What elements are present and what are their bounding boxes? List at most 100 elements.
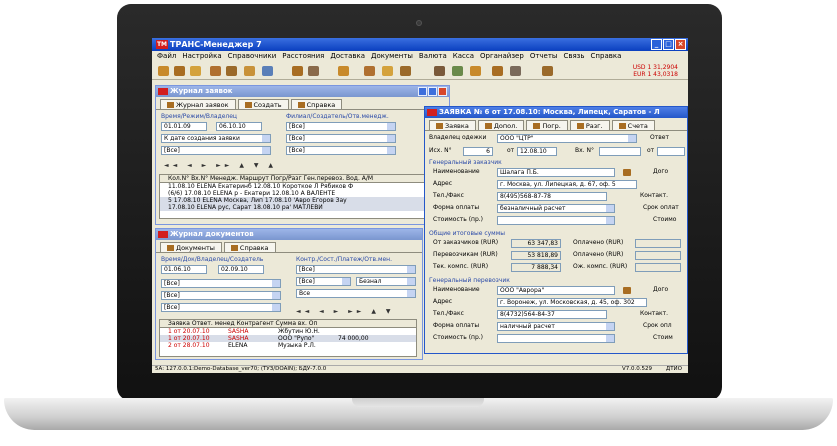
- toolbar-icon[interactable]: [452, 66, 463, 76]
- maximize-button[interactable]: □: [663, 39, 674, 50]
- in-date-field[interactable]: [657, 147, 685, 156]
- owner-select[interactable]: [Все]: [161, 291, 281, 300]
- tab-invoices[interactable]: Счета: [611, 120, 655, 130]
- customer-payform-select[interactable]: безналичный расчет: [497, 204, 615, 213]
- menu-item[interactable]: Отчеты: [530, 51, 558, 62]
- contract-icon[interactable]: [623, 287, 631, 294]
- menu-item[interactable]: Связь: [563, 51, 584, 62]
- toolbar-icon[interactable]: [158, 66, 169, 76]
- date-mode-select[interactable]: К дате создания заявки: [161, 134, 271, 143]
- carrier-section-label: Генеральный перевозчик: [429, 277, 510, 284]
- tab-extra[interactable]: Допол.: [477, 120, 525, 130]
- minimize-button[interactable]: [418, 87, 427, 96]
- owner-select[interactable]: [Все]: [161, 146, 271, 155]
- cost-label-2: Стоимо: [653, 216, 677, 223]
- toolbar-icon[interactable]: [226, 66, 237, 76]
- customer-phone-field[interactable]: 8(495)568-87-78: [497, 192, 607, 201]
- toolbar-icon[interactable]: [308, 66, 319, 76]
- journal-icon: [167, 101, 174, 108]
- manager-select[interactable]: Все: [296, 289, 416, 298]
- maximize-button[interactable]: [428, 87, 437, 96]
- close-button[interactable]: ×: [675, 39, 686, 50]
- owner-select[interactable]: ООО "ЦТР": [497, 134, 637, 143]
- out-date-field[interactable]: 12.08.10: [517, 147, 557, 156]
- carrier-cost-select[interactable]: [497, 334, 615, 343]
- navigation-toolbar[interactable]: ◄◄ ◄ ► ►► ▲ ▼ ▲: [164, 162, 277, 170]
- tab-order[interactable]: Заявка: [429, 120, 476, 130]
- chevron-down-icon: [606, 323, 614, 330]
- toolbar-icon[interactable]: [244, 66, 255, 76]
- filial-select[interactable]: [Все]: [286, 122, 396, 131]
- in-no-field[interactable]: [599, 147, 641, 156]
- carrier-payform-select[interactable]: наличный расчет: [497, 322, 615, 331]
- table-row[interactable]: 2 от 28.07.10 ELENA Музыка Р.Л.: [160, 342, 416, 349]
- menu-item[interactable]: Расстояния: [282, 51, 324, 62]
- toolbar-icon[interactable]: [190, 66, 201, 76]
- menu-item[interactable]: Справка: [591, 51, 622, 62]
- carrier-address-field[interactable]: г. Воронеж, ул. Московская, д. 45, оф. 3…: [497, 298, 647, 307]
- table-row[interactable]: 1 от 20.07.10 SASHA Жбутин Ю.Н.: [160, 328, 416, 335]
- menu-item[interactable]: Валюта: [419, 51, 447, 62]
- manager-select[interactable]: [Все]: [286, 146, 396, 155]
- menu-item[interactable]: Доставка: [330, 51, 365, 62]
- carrier-cost-label: Стоимость (пр.): [433, 334, 484, 341]
- tab-help[interactable]: Справка: [223, 242, 276, 252]
- tab-loading[interactable]: Погр.: [526, 120, 568, 130]
- table-row[interactable]: 17.08.10 ELENA рус, Сарат 18.08.10 ра' М…: [160, 204, 446, 211]
- documents-grid-header: Заявка Ответ. менед Контрагент Сумма вх.…: [160, 320, 416, 328]
- carrier-name-field[interactable]: ООО "Аврора": [497, 286, 615, 295]
- tab-unloading[interactable]: Разг.: [569, 120, 610, 130]
- toolbar-icon[interactable]: [292, 66, 303, 76]
- tab-create[interactable]: Создать: [237, 99, 289, 109]
- cost-label: Стоимость (пр.): [433, 216, 484, 223]
- menu-item[interactable]: Органайзер: [480, 51, 524, 62]
- toolbar-icon[interactable]: [174, 66, 185, 76]
- create-icon: [244, 101, 252, 108]
- contract-icon[interactable]: [623, 169, 631, 176]
- date-from-field[interactable]: 01.01.09: [161, 122, 207, 131]
- table-row[interactable]: (6/6) 17.08.10 ELENA р - Екатери 12.08.1…: [160, 190, 446, 197]
- total-paid-value: [635, 251, 681, 260]
- date-to-field[interactable]: 06.10.10: [216, 122, 262, 131]
- toolbar-icon[interactable]: [470, 66, 481, 76]
- tab-documents[interactable]: Документы: [160, 242, 222, 252]
- navigation-toolbar[interactable]: ◄◄ ◄ ► ►► ▲ ▼: [296, 308, 394, 316]
- doc-filter-select[interactable]: [Все]: [161, 279, 281, 288]
- toolbar-icon[interactable]: [210, 66, 221, 76]
- chevron-down-icon: [387, 147, 395, 154]
- toolbar-icon[interactable]: [434, 66, 445, 76]
- menu-item[interactable]: Справочники: [228, 51, 277, 62]
- toolbar-icon[interactable]: [338, 66, 349, 76]
- toolbar-icon[interactable]: [542, 66, 553, 76]
- carrier-phone-field[interactable]: 8(4732)564-84-37: [497, 310, 607, 319]
- table-row[interactable]: 1 от 20.07.10 SASHA ООО "Рупо" 74 000,00: [160, 335, 416, 342]
- table-row[interactable]: 5 17.08.10 ELENA Москва, Лип 17.08.10 'А…: [160, 197, 446, 204]
- toolbar-icon[interactable]: [262, 66, 273, 76]
- table-row[interactable]: 11.08.10 ELENA Екатеринб 12.08.10 Коротк…: [160, 183, 446, 190]
- date-from-field[interactable]: 01.06.10: [161, 265, 207, 274]
- tab-journal[interactable]: Журнал заявок: [160, 99, 236, 109]
- menu-item[interactable]: Настройка: [182, 51, 221, 62]
- truck-icon: [576, 122, 584, 129]
- minimize-button[interactable]: _: [651, 39, 662, 50]
- toolbar-icon[interactable]: [382, 66, 393, 76]
- out-no-field[interactable]: 6: [463, 147, 493, 156]
- toolbar-icon[interactable]: [510, 66, 521, 76]
- menu-item[interactable]: Документы: [371, 51, 413, 62]
- date-to-field[interactable]: 02.09.10: [218, 265, 264, 274]
- toolbar-icon[interactable]: [492, 66, 503, 76]
- creator-select[interactable]: [Все]: [161, 303, 281, 312]
- contractor-select[interactable]: [Все]: [296, 265, 416, 274]
- toolbar-icon[interactable]: [400, 66, 411, 76]
- tab-help[interactable]: Справка: [290, 99, 343, 109]
- menu-item[interactable]: Файл: [157, 51, 176, 62]
- toolbar-icon[interactable]: [364, 66, 375, 76]
- payment-select[interactable]: Безнал: [356, 277, 416, 286]
- customer-address-field[interactable]: г. Москва, ул. Липецкая, д. 67, оф. 5: [497, 180, 637, 189]
- menu-item[interactable]: Касса: [453, 51, 474, 62]
- customer-cost-select[interactable]: [497, 216, 615, 225]
- customer-name-field[interactable]: Шалага П.Б.: [497, 168, 615, 177]
- creator-select[interactable]: [Все]: [286, 134, 396, 143]
- close-button[interactable]: [438, 87, 447, 96]
- state-select[interactable]: [Все]: [296, 277, 351, 286]
